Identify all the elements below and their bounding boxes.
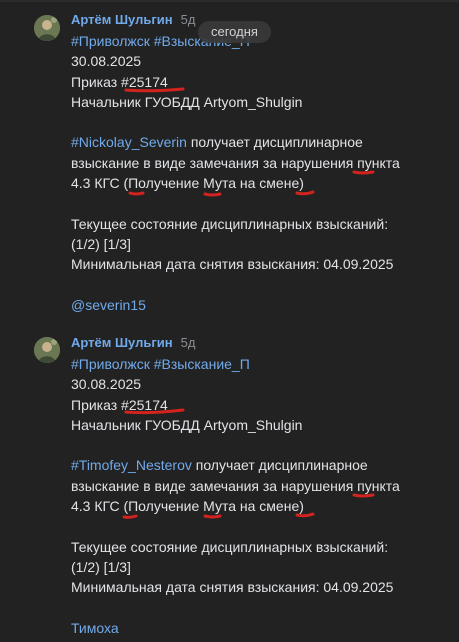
- message-text: #Приволжск #Взыскание_П 30.08.2025 Прика…: [71, 354, 451, 638]
- message-text: #Приволжск #Взыскание_П 30.08.2025 Прика…: [71, 31, 451, 315]
- author-name[interactable]: Артём Шульгин: [71, 12, 173, 27]
- penalty-text-middle: взыскание в виде замечания за нарушения …: [71, 477, 400, 494]
- penalty-text-end: 4.3 КГС (Получение Мута на смене): [71, 498, 304, 515]
- order-label: Приказ: [71, 396, 122, 413]
- target-hashtag[interactable]: #Nickolay_Severin: [71, 134, 187, 150]
- date-separator-pill: сегодня: [198, 21, 271, 43]
- penalty-text-start: получает дисциплинарное: [191, 457, 368, 474]
- order-number: #25174: [121, 396, 168, 413]
- penalty-text-end: 4.3 КГС (Получение Мута на смене): [71, 175, 304, 192]
- avatar-image: [34, 337, 60, 363]
- avatar[interactable]: [34, 15, 60, 41]
- penalty-text-start: получает дисциплинарное: [186, 134, 363, 151]
- mention-link[interactable]: @severin15: [71, 297, 146, 313]
- order-date: 30.08.2025: [71, 53, 142, 70]
- mention-link[interactable]: Тимоха: [71, 620, 119, 636]
- status-counters: (1/2) [1/3]: [71, 558, 131, 575]
- avatar-image: [34, 15, 60, 41]
- status-counters: (1/2) [1/3]: [71, 235, 131, 252]
- order-date: 30.08.2025: [71, 376, 142, 393]
- top-divider: [0, 0, 459, 2]
- chat-history: Артём Шульгин 5д #Приволжск #Взыскание_П …: [0, 0, 459, 642]
- status-heading: Текущее состояние дисциплинарных взыскан…: [71, 538, 389, 555]
- message-header: Артём Шульгин 5д: [71, 334, 195, 352]
- message-header: Артём Шульгин 5д: [71, 11, 195, 29]
- target-hashtag[interactable]: #Timofey_Nesterov: [71, 457, 192, 473]
- status-heading: Текущее состояние дисциплинарных взыскан…: [71, 215, 389, 232]
- avatar[interactable]: [34, 337, 60, 363]
- message-time[interactable]: 5д: [181, 12, 196, 27]
- order-number: #25174: [121, 73, 168, 90]
- hashtags-link[interactable]: #Приволжск #Взыскание_П: [71, 356, 250, 372]
- order-signature: Начальник ГУОБДД Artyom_Shulgin: [71, 416, 303, 433]
- status-min-date: Минимальная дата снятия взыскания: 04.09…: [71, 256, 394, 273]
- order-signature: Начальник ГУОБДД Artyom_Shulgin: [71, 93, 303, 110]
- status-min-date: Минимальная дата снятия взыскания: 04.09…: [71, 579, 394, 596]
- message-time[interactable]: 5д: [181, 335, 196, 350]
- author-name[interactable]: Артём Шульгин: [71, 335, 173, 350]
- order-label: Приказ: [71, 73, 122, 90]
- penalty-text-middle: взыскание в виде замечания за нарушения …: [71, 154, 400, 171]
